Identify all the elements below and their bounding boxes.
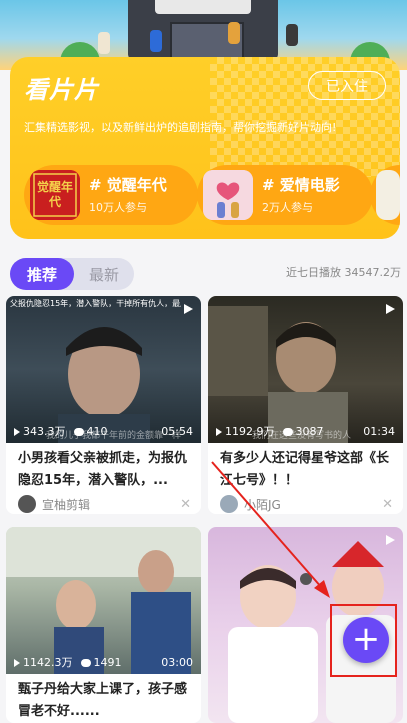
annotation-highlight-box (330, 604, 397, 677)
